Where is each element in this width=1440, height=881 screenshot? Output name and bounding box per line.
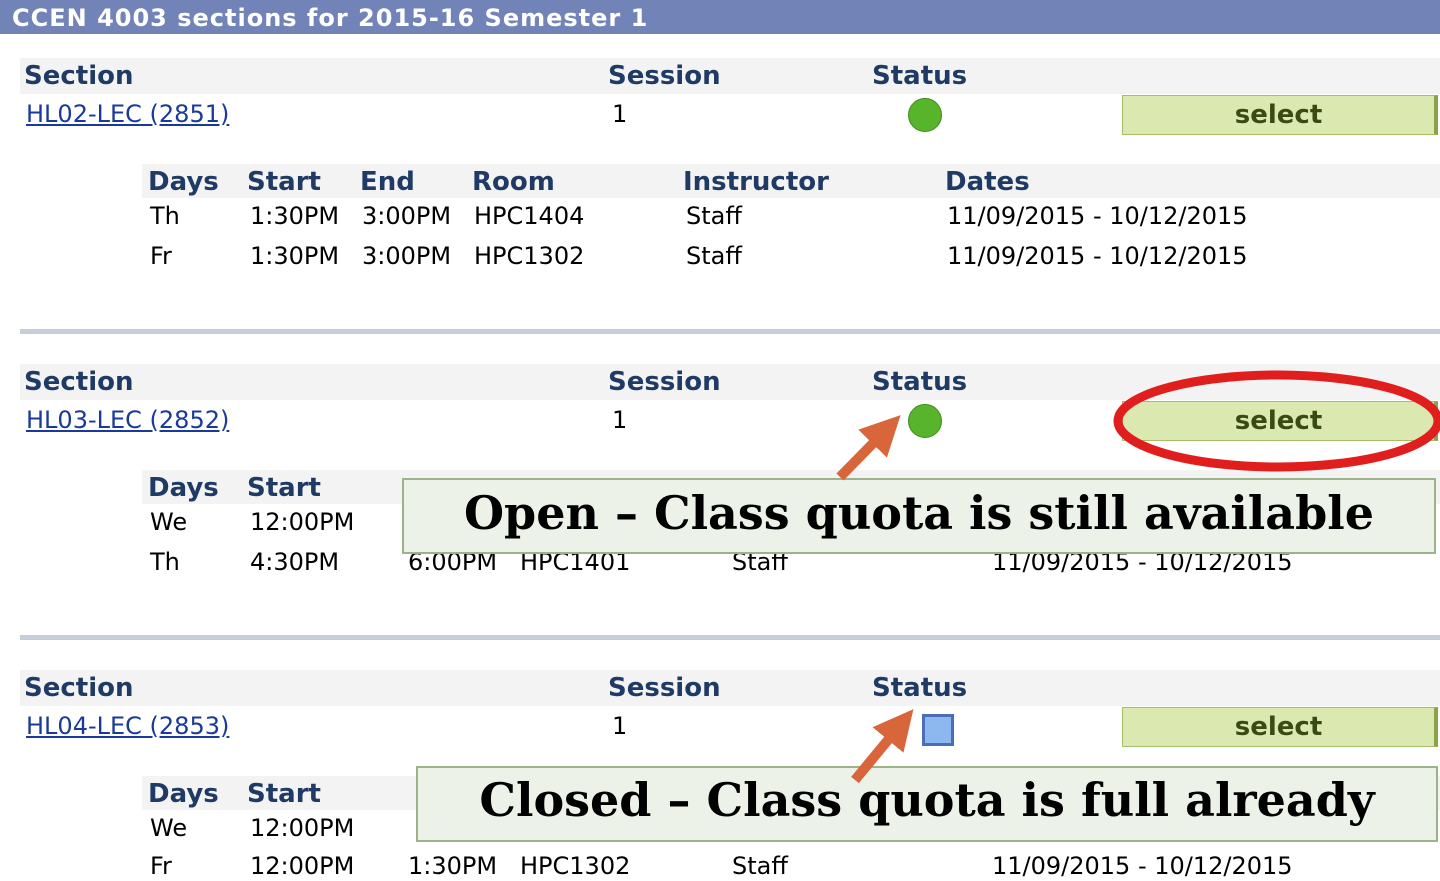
closed-arrow-icon bbox=[851, 709, 914, 784]
highlight-ring bbox=[1113, 370, 1440, 472]
annotation-overlay bbox=[836, 370, 1440, 784]
open-arrow-icon bbox=[836, 415, 901, 481]
